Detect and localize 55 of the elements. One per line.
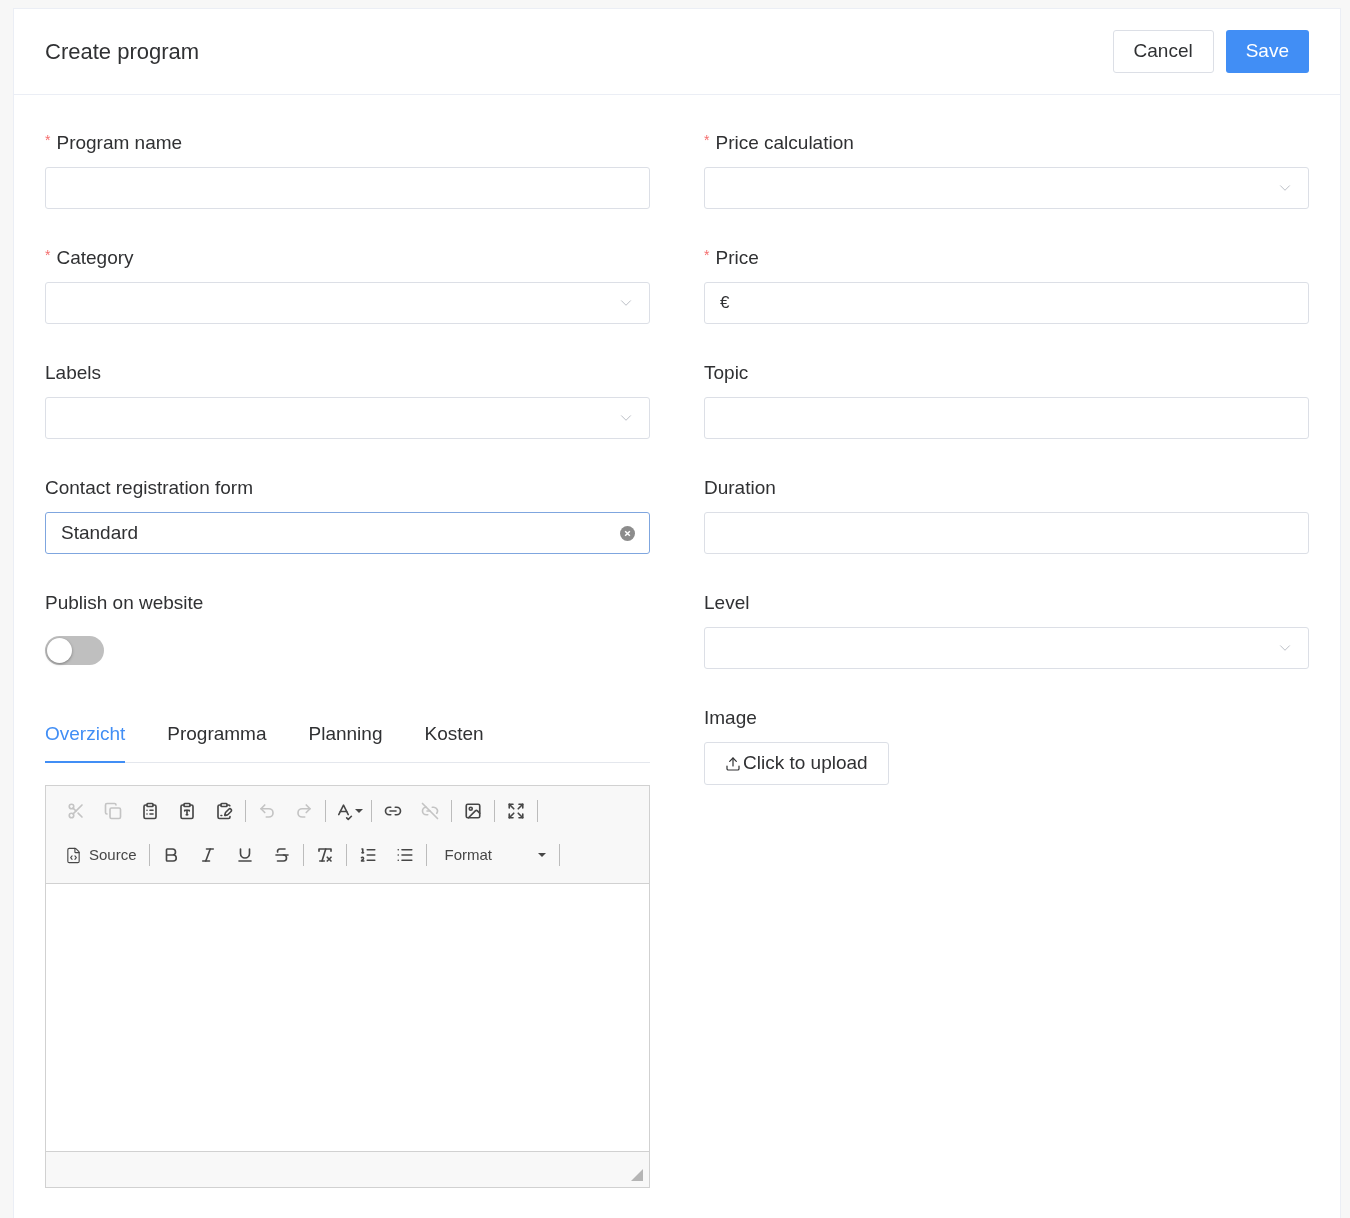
numbered-list-icon [358, 846, 377, 864]
resize-handle-icon[interactable] [631, 1169, 643, 1181]
required-asterisk: * [45, 248, 51, 262]
select-field[interactable] [45, 397, 650, 439]
broken-link-icon [421, 802, 439, 820]
scissors-icon [67, 802, 85, 820]
input-field[interactable] [704, 512, 1309, 554]
caret-icon [537, 853, 546, 857]
tab[interactable]: Planning [308, 717, 383, 763]
field-label: Contact registration form [45, 477, 254, 499]
input-field[interactable] [45, 167, 650, 209]
input-field[interactable] [704, 397, 1309, 439]
copy-icon [104, 802, 122, 820]
tab[interactable]: Kosten [424, 717, 484, 763]
strikethrough-icon [272, 846, 291, 864]
underline-icon [235, 846, 254, 864]
cancel-button[interactable]: Cancel [1112, 30, 1214, 73]
field-label: Price [715, 247, 759, 269]
bulleted-list-icon [395, 846, 414, 864]
field-label: Program name [56, 132, 183, 154]
field-label: Level [704, 592, 750, 614]
redo-icon [295, 802, 313, 820]
select-field[interactable] [45, 282, 650, 324]
required-asterisk: * [45, 133, 51, 147]
required-asterisk: * [704, 248, 710, 262]
required-asterisk: * [704, 133, 710, 147]
source-button[interactable]: Source [61, 841, 143, 869]
format-dropdown[interactable]: Format [432, 841, 553, 869]
image-icon [464, 802, 482, 820]
field-label: Price calculation [715, 132, 854, 154]
undo-icon [258, 802, 276, 820]
expand-icon [507, 802, 525, 820]
upload-button[interactable]: Click to upload [704, 742, 889, 785]
select-field[interactable]: Standard [45, 512, 650, 554]
field-label: Publish on website [45, 592, 204, 614]
clear-icon[interactable] [620, 525, 635, 541]
select-field[interactable] [704, 167, 1309, 209]
clipboard-pen-icon [215, 802, 233, 820]
toggle-switch[interactable] [45, 636, 104, 665]
caret-icon [355, 809, 363, 813]
code-file-icon [65, 846, 82, 864]
currency-prefix: € [720, 292, 730, 315]
field-label: Duration [704, 477, 776, 499]
upload-icon [725, 755, 741, 772]
field-label: Labels [45, 362, 101, 384]
field-label: Image [704, 707, 757, 729]
remove-format-icon [315, 846, 334, 864]
clipboard-text-icon [178, 802, 196, 820]
select-field[interactable] [704, 627, 1309, 669]
price-input[interactable]: € [704, 282, 1309, 324]
field-label: Topic [704, 362, 749, 384]
tab[interactable]: Programma [167, 717, 267, 763]
page-title: Create program [45, 38, 200, 66]
clipboard-icon [141, 802, 159, 820]
field-label: Category [56, 247, 134, 269]
